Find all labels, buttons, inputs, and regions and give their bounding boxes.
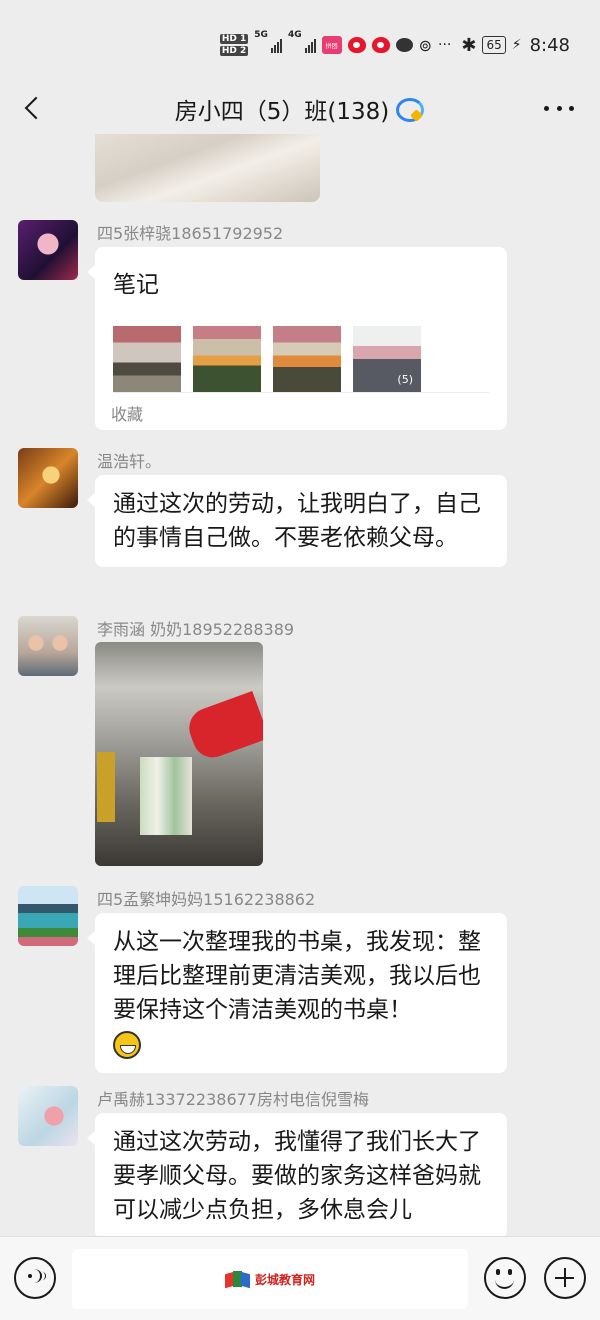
battery-level: 65 bbox=[486, 38, 502, 52]
signal-icon-2 bbox=[304, 37, 316, 53]
avatar[interactable] bbox=[18, 448, 78, 508]
message-icon bbox=[395, 38, 413, 52]
message-text-content: 从这一次整理我的书桌，我发现：整理后比整理前更清洁美观，我以后也要保持这个清洁美… bbox=[113, 929, 481, 1023]
clock: 8:48 bbox=[529, 34, 570, 56]
message-text: 从这一次整理我的书桌，我发现：整理后比整理前更清洁美观，我以后也要保持这个清洁美… bbox=[95, 913, 507, 1073]
more-options-button[interactable] bbox=[544, 100, 574, 116]
chat-header: 房小四（5）班(138) bbox=[0, 84, 600, 134]
sender-name: 温浩轩。 bbox=[97, 452, 162, 471]
message-bubble[interactable]: 通过这次劳动，我懂得了我们长大了要孝顺父母。要做的家务这样爸妈就可以减少点负担，… bbox=[87, 1113, 507, 1236]
note-thumbnail[interactable] bbox=[113, 326, 181, 392]
message-bubble[interactable]: 从这一次整理我的书桌，我发现：整理后比整理前更清洁美观，我以后也要保持这个清洁美… bbox=[87, 913, 507, 1073]
thumbnail-count: (5) bbox=[397, 373, 413, 386]
message-text: 通过这次的劳动，让我明白了，自己的事情自己做。不要老依赖父母。 bbox=[113, 491, 481, 551]
avatar[interactable] bbox=[18, 886, 78, 946]
back-button[interactable] bbox=[20, 94, 50, 124]
hd1-label: HD 1 bbox=[219, 34, 249, 44]
photo-detail bbox=[183, 691, 263, 763]
chat-title: 房小四（5）班(138) bbox=[174, 99, 390, 125]
message-item: 温浩轩。 通过这次的劳动，让我明白了，自己的事情自己做。不要老依赖父母。 bbox=[0, 448, 600, 596]
status-bar: HD 1 HD 2 5G 4G 拼团 ⊚ ··· ✱ 65 ⚡ 8:48 bbox=[0, 0, 600, 84]
voice-input-button[interactable] bbox=[14, 1257, 56, 1299]
hd2-label: HD 2 bbox=[219, 46, 249, 56]
avatar[interactable] bbox=[18, 616, 78, 676]
sender-name: 卢禹赫13372238677房村电信倪雪梅 bbox=[97, 1090, 369, 1109]
app-notification-icon: 拼团 bbox=[321, 36, 342, 54]
photo-detail bbox=[97, 752, 115, 822]
watermark-text: 彭城教育网 bbox=[254, 1272, 315, 1287]
hotspot-icon: ⊚ bbox=[418, 35, 432, 55]
note-thumbnail[interactable]: (5) bbox=[353, 326, 421, 392]
watermark-logo-icon bbox=[224, 1269, 250, 1289]
note-footer: 收藏 bbox=[111, 405, 144, 424]
more-functions-button[interactable] bbox=[544, 1257, 586, 1299]
bluetooth-icon: ✱ bbox=[461, 34, 477, 56]
battery-icon: 65 bbox=[482, 36, 506, 54]
weibo-icon-2 bbox=[371, 37, 390, 53]
sender-name: 四5孟繁坤妈妈15162238862 bbox=[97, 890, 316, 909]
input-bar: 彭城教育网 bbox=[0, 1236, 600, 1320]
previous-image-message[interactable] bbox=[95, 134, 320, 202]
avatar[interactable] bbox=[18, 220, 78, 280]
message-item: 四5张梓骁18651792952 笔记 (5) 收藏 bbox=[0, 220, 600, 430]
more-notifications: ··· bbox=[438, 37, 452, 53]
note-card[interactable]: 笔记 (5) 收藏 bbox=[87, 247, 507, 430]
message-input[interactable]: 彭城教育网 bbox=[72, 1249, 468, 1309]
network-5g-label: 5G bbox=[254, 30, 268, 40]
emoji-button[interactable] bbox=[484, 1257, 526, 1299]
sender-name: 四5张梓骁18651792952 bbox=[97, 224, 284, 243]
network-4g-label: 4G bbox=[287, 30, 302, 40]
weibo-icon bbox=[347, 37, 366, 53]
sender-name: 李雨涵 奶奶18952288389 bbox=[97, 620, 295, 639]
avatar[interactable] bbox=[18, 1086, 78, 1146]
divider bbox=[113, 392, 489, 393]
message-item: 李雨涵 奶奶18952288389 bbox=[0, 616, 600, 866]
message-text: 通过这次劳动，我懂得了我们长大了要孝顺父母。要做的家务这样爸妈就可以减少点负担，… bbox=[113, 1129, 481, 1223]
photo-message[interactable] bbox=[95, 642, 263, 866]
note-title: 笔记 bbox=[113, 272, 159, 298]
photo-detail bbox=[140, 757, 192, 835]
wecom-group-icon bbox=[395, 96, 425, 122]
message-item: 卢禹赫13372238677房村电信倪雪梅 通过这次劳动，我懂得了我们长大了要孝… bbox=[0, 1086, 600, 1236]
charging-icon: ⚡ bbox=[511, 37, 522, 53]
message-item: 四5孟繁坤妈妈15162238862 从这一次整理我的书桌，我发现：整理后比整理… bbox=[0, 886, 600, 1073]
message-bubble[interactable]: 通过这次的劳动，让我明白了，自己的事情自己做。不要老依赖父母。 bbox=[87, 475, 507, 567]
note-thumbnails: (5) bbox=[113, 326, 421, 392]
message-list[interactable]: 四5张梓骁18651792952 笔记 (5) 收藏 温浩轩。 通过这次的劳动，… bbox=[0, 134, 600, 1236]
hd-indicator: HD 1 HD 2 bbox=[219, 34, 249, 56]
note-thumbnail[interactable] bbox=[273, 326, 341, 392]
signal-icon bbox=[270, 37, 282, 53]
note-thumbnail[interactable] bbox=[193, 326, 261, 392]
grin-emoji-icon bbox=[113, 1030, 141, 1059]
